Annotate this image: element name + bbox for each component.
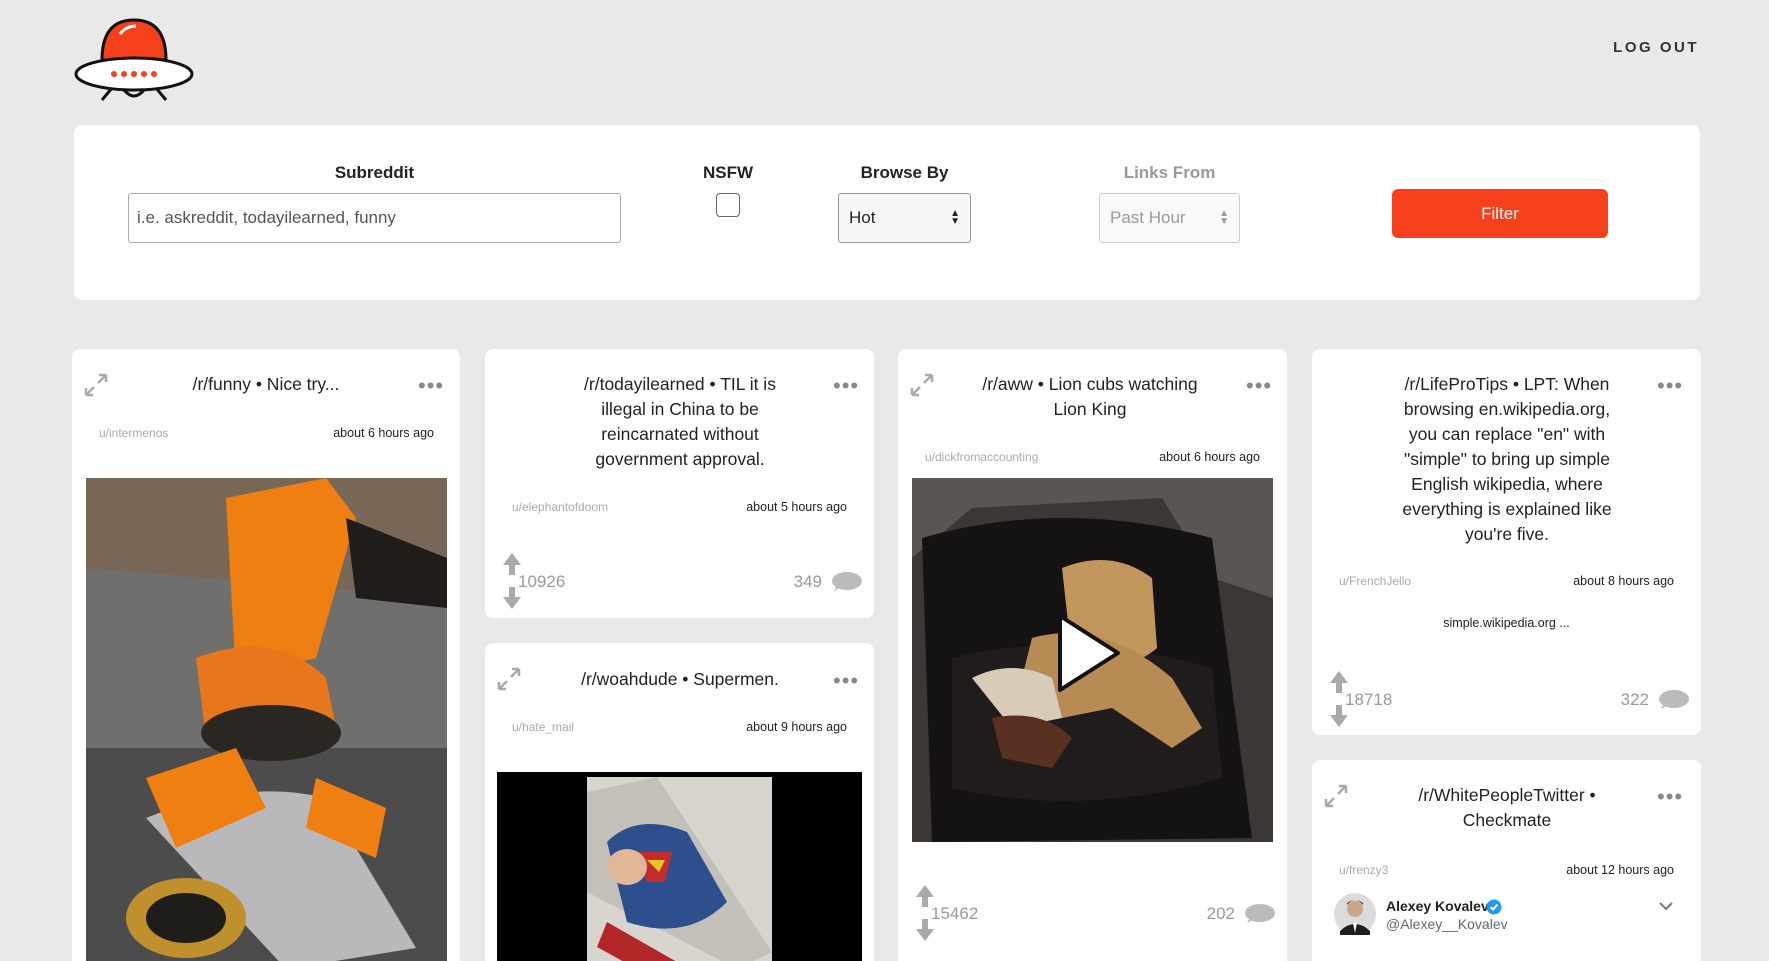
- browse-by-value: Hot: [849, 208, 876, 227]
- links-from-group: Links From Past Hour ▲ ▼: [1099, 163, 1240, 243]
- post-score: 15462: [931, 904, 979, 923]
- comment-count[interactable]: 349: [794, 572, 822, 592]
- select-arrows-icon: ▲ ▼: [950, 208, 960, 227]
- chevron-down-icon[interactable]: [1658, 900, 1674, 912]
- post-card[interactable]: /r/aww • Lion cubs watching Lion King ••…: [898, 349, 1287, 961]
- subreddit-input[interactable]: [128, 193, 621, 243]
- post-card[interactable]: /r/WhitePeopleTwitter • Checkmate ••• u/…: [1312, 760, 1701, 961]
- more-dots-icon[interactable]: •••: [1657, 786, 1683, 808]
- post-title[interactable]: /r/aww • Lion cubs watching Lion King: [980, 372, 1200, 422]
- comment-bubble-icon[interactable]: [1657, 689, 1689, 711]
- post-video[interactable]: [912, 478, 1273, 842]
- post-time: about 6 hours ago: [1159, 450, 1260, 464]
- comment-count[interactable]: 202: [1207, 904, 1235, 924]
- post-time: about 9 hours ago: [746, 720, 847, 734]
- post-card[interactable]: /r/woahdude • Supermen. ••• u/hate_mail …: [485, 643, 874, 961]
- ufo-logo-icon[interactable]: [72, 16, 196, 102]
- post-time: about 8 hours ago: [1573, 574, 1674, 588]
- tweet-author-handle[interactable]: @Alexey__Kovalev: [1386, 916, 1508, 932]
- links-from-value: Past Hour: [1110, 208, 1186, 227]
- nsfw-group: NSFW: [678, 163, 778, 217]
- subreddit-label: Subreddit: [334, 163, 415, 182]
- post-title[interactable]: /r/woahdude • Supermen.: [555, 667, 805, 692]
- post-card[interactable]: /r/todayilearned • TIL it is illegal in …: [485, 349, 874, 618]
- more-dots-icon[interactable]: •••: [833, 670, 859, 692]
- post-title[interactable]: /r/LifeProTips • LPT: When browsing en.w…: [1397, 372, 1617, 547]
- logout-button[interactable]: LOG OUT: [1613, 39, 1699, 56]
- more-dots-icon[interactable]: •••: [1657, 375, 1683, 397]
- verified-icon: [1486, 899, 1502, 915]
- tweet-author-name[interactable]: Alexey Kovalev: [1386, 898, 1489, 914]
- expand-icon[interactable]: [1322, 782, 1350, 810]
- more-dots-icon[interactable]: •••: [418, 375, 444, 397]
- browse-by-group: Browse By Hot ▲ ▼: [838, 163, 971, 243]
- post-time: about 6 hours ago: [333, 426, 434, 440]
- header: LOG OUT: [0, 0, 1769, 110]
- post-author[interactable]: u/elephantofdoom: [512, 500, 608, 514]
- post-image[interactable]: [497, 772, 862, 961]
- browse-by-label: Browse By: [860, 163, 949, 182]
- more-dots-icon[interactable]: •••: [1246, 375, 1272, 397]
- expand-icon[interactable]: [82, 371, 110, 399]
- links-from-label: Links From: [1123, 163, 1216, 182]
- post-title[interactable]: /r/todayilearned • TIL it is illegal in …: [575, 372, 785, 472]
- comment-bubble-icon[interactable]: [1243, 903, 1275, 925]
- filter-button[interactable]: Filter: [1392, 189, 1608, 238]
- nsfw-checkbox[interactable]: [716, 193, 740, 217]
- post-score: 10926: [518, 572, 566, 591]
- post-time: about 12 hours ago: [1566, 863, 1674, 877]
- select-arrows-icon: ▲ ▼: [1219, 208, 1229, 227]
- post-score: 18718: [1345, 690, 1393, 709]
- post-author[interactable]: u/FrenchJello: [1339, 574, 1411, 588]
- more-dots-icon[interactable]: •••: [833, 375, 859, 397]
- browse-by-select[interactable]: Hot ▲ ▼: [838, 193, 971, 243]
- post-card[interactable]: /r/LifeProTips • LPT: When browsing en.w…: [1312, 349, 1701, 735]
- post-author[interactable]: u/frenzy3: [1339, 863, 1388, 877]
- post-author[interactable]: u/dickfromaccounting: [925, 450, 1038, 464]
- links-from-select[interactable]: Past Hour ▲ ▼: [1099, 193, 1240, 243]
- post-title[interactable]: /r/WhitePeopleTwitter • Checkmate: [1397, 783, 1617, 833]
- expand-icon[interactable]: [908, 371, 936, 399]
- post-title[interactable]: /r/funny • Nice try...: [152, 372, 380, 397]
- post-author[interactable]: u/hate_mail: [512, 720, 574, 734]
- subreddit-group: Subreddit: [128, 163, 621, 243]
- post-card[interactable]: /r/funny • Nice try... ••• u/intermenos …: [72, 349, 460, 961]
- comment-count[interactable]: 322: [1621, 690, 1649, 710]
- filter-panel: Subreddit NSFW Browse By Hot ▲▼ Links Fr…: [74, 125, 1700, 300]
- post-time: about 5 hours ago: [746, 500, 847, 514]
- play-icon[interactable]: [1054, 612, 1124, 694]
- post-author[interactable]: u/intermenos: [99, 426, 168, 440]
- comment-bubble-icon[interactable]: [830, 571, 862, 593]
- nsfw-label: NSFW: [702, 163, 754, 182]
- avatar[interactable]: [1334, 893, 1376, 935]
- post-link[interactable]: simple.wikipedia.org ...: [1312, 616, 1701, 630]
- expand-icon[interactable]: [495, 665, 523, 693]
- post-image[interactable]: [86, 478, 447, 961]
